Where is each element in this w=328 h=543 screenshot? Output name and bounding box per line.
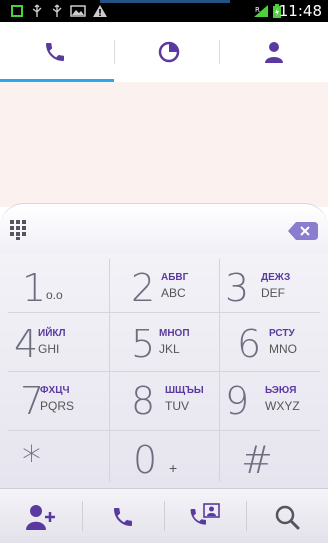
key-digit: 3 [225,266,250,310]
key-8[interactable]: 8 ШЩЪЫ TUV [109,371,218,430]
key-plus-label: + [169,460,178,476]
dial-display [0,82,328,207]
key-latin-letters: ABC [161,286,186,300]
svg-text:R: R [255,6,260,14]
key-digit: # [241,438,273,482]
image-icon [70,5,86,17]
key-cyrillic-letters: ЬЭЮЯ [265,385,297,396]
dial-pad: 1 o.o 2 АБВГ ABC 3 ДЕЖЗ DEF 4 ИЙКЛ GHI 5… [0,253,328,488]
key-voicemail-label: o.o [46,288,63,302]
key-digit: 8 [131,379,156,423]
key-cyrillic-letters: ИЙКЛ [38,328,66,339]
key-digit: 4 [14,322,39,366]
key-cyrillic-letters: ШЩЪЫ [165,385,204,396]
key-digit: 0 [133,438,158,482]
tab-phone[interactable] [0,22,109,82]
key-latin-letters: TUV [165,399,189,413]
key-digit: * [22,438,41,482]
usb-icon [32,4,42,17]
signal-icon: R [254,5,268,17]
keypad-divider [8,371,320,372]
add-contact-icon [26,504,55,530]
key-2[interactable]: 2 АБВГ ABC [109,253,218,312]
phone-icon [45,43,64,61]
key-7[interactable]: 7 ФХЦЧ PQRS [0,371,109,430]
tab-contacts[interactable] [219,22,328,82]
key-digit: 1 [22,266,47,310]
key-cyrillic-letters: РСТУ [269,328,295,339]
keypad-divider [219,259,220,482]
tab-bar [0,22,328,83]
add-contact-button[interactable] [0,489,82,543]
keypad-grid-icon[interactable] [10,220,26,240]
key-latin-letters: DEF [261,286,285,300]
video-call-icon [190,502,220,525]
key-latin-letters: MNO [269,342,297,356]
tab-history[interactable] [114,22,223,82]
toolbar-divider [246,501,247,531]
status-bar-overlap [100,0,230,3]
key-star[interactable]: * [0,430,109,489]
key-1[interactable]: 1 o.o [0,253,109,312]
key-cyrillic-letters: АБВГ [161,272,189,283]
status-time: 11:48 [278,2,322,20]
toolbar-divider [82,501,83,531]
backspace-icon[interactable] [288,222,318,240]
key-digit: 9 [225,379,250,423]
key-digit: 2 [131,266,156,310]
key-digit: 6 [237,322,262,366]
keypad-divider [109,259,110,482]
search-button[interactable] [246,489,328,543]
key-cyrillic-letters: МНОП [159,328,190,339]
key-9[interactable]: 9 ЬЭЮЯ WXYZ [219,371,328,430]
dial-input-bar [0,203,328,253]
key-latin-letters: PQRS [40,399,75,413]
bottom-toolbar [0,488,328,543]
keypad-divider [8,312,320,313]
status-bar: R 11:48 [0,0,328,22]
pie-clock-icon [158,41,179,63]
key-5[interactable]: 5 МНОП JKL [109,312,218,371]
key-0[interactable]: 0 + [109,430,218,489]
key-hash[interactable]: # [219,430,328,489]
key-4[interactable]: 4 ИЙКЛ GHI [0,312,109,371]
app-notification-icon [11,5,23,17]
keypad-divider [8,430,320,431]
search-icon [275,505,300,529]
usb-icon [52,4,62,17]
key-latin-letters: WXYZ [265,399,300,413]
warning-icon [93,5,107,17]
person-icon [264,42,283,63]
key-3[interactable]: 3 ДЕЖЗ DEF [219,253,328,312]
key-digit: 5 [131,322,156,366]
key-latin-letters: GHI [38,342,60,356]
toolbar-divider [164,501,165,531]
key-latin-letters: JKL [159,342,180,356]
call-icon [114,507,132,526]
call-button[interactable] [82,489,164,543]
key-6[interactable]: 6 РСТУ MNO [219,312,328,371]
video-call-button[interactable] [164,489,246,543]
key-cyrillic-letters: ФХЦЧ [40,385,70,396]
key-cyrillic-letters: ДЕЖЗ [261,272,291,283]
